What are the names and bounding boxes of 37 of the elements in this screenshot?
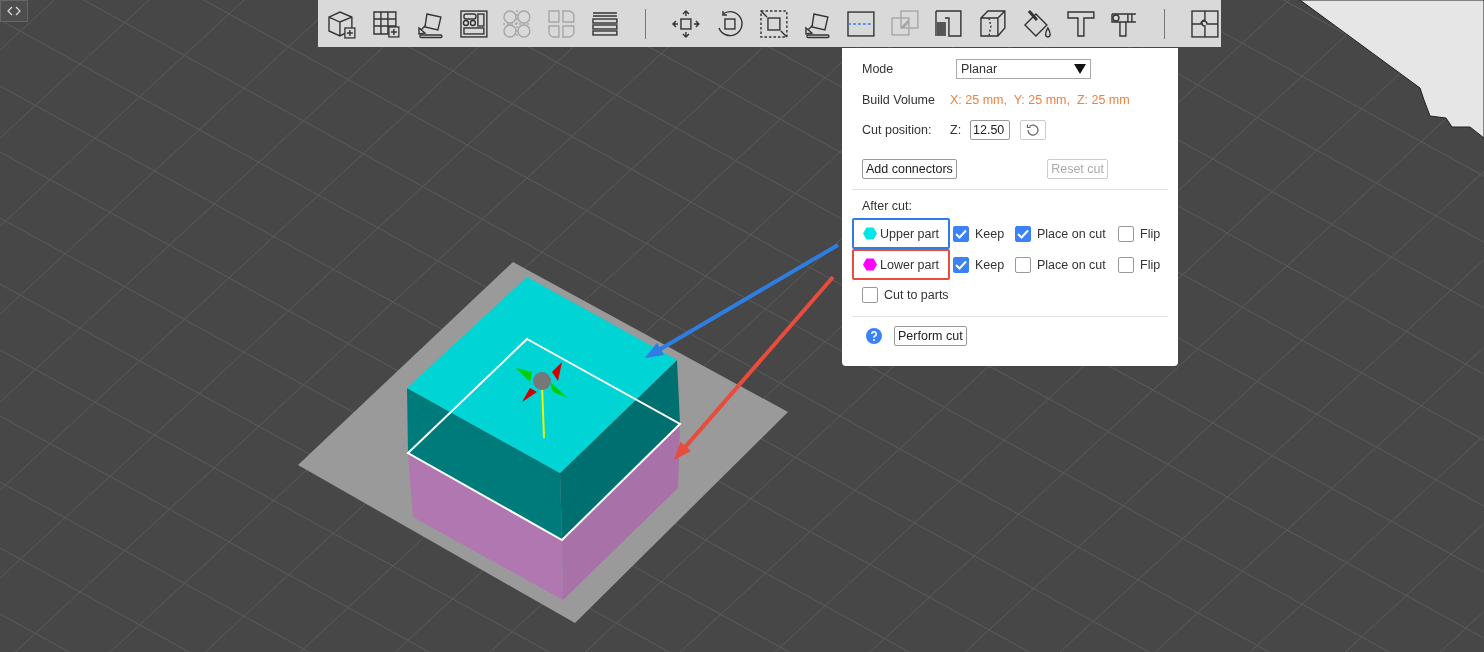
checkbox-label: Keep (975, 257, 1005, 272)
checkbox[interactable] (953, 225, 969, 242)
move-icon[interactable] (669, 7, 702, 40)
checkbox[interactable] (862, 287, 878, 303)
checkbox-label: Place on cut (1037, 257, 1106, 272)
undo-icon (1026, 123, 1040, 137)
checkbox-label: Flip (1140, 257, 1161, 272)
perform-cut-button[interactable]: Perform cut (894, 326, 967, 346)
chevrons-icon (7, 5, 21, 17)
gizmo-drawing[interactable] (516, 362, 568, 439)
checkbox[interactable] (1015, 225, 1031, 242)
checkbox[interactable] (1118, 225, 1134, 242)
cut-position-label: Cut position: (862, 123, 933, 137)
part-name: Lower part (880, 257, 940, 272)
after-cut-label: After cut: (861, 199, 914, 215)
caret-icon (1074, 64, 1086, 74)
checkbox-label: Cut to parts (884, 288, 949, 302)
puzzle-icon[interactable] (1189, 7, 1222, 40)
help-icon[interactable] (866, 328, 882, 344)
checkbox[interactable] (953, 256, 969, 273)
build-volume-value: X: 25 mm, Y: 25 mm, Z: 25 mm (950, 93, 1130, 107)
axis-label: Z: (950, 123, 963, 137)
checkbox[interactable] (1118, 256, 1134, 273)
scale-icon[interactable] (757, 7, 790, 40)
cut-position-field[interactable]: 12.50 (970, 120, 1010, 140)
reset-button[interactable] (1020, 120, 1046, 140)
checkbox-label: Place on cut (1037, 226, 1106, 241)
checkbox[interactable] (1015, 256, 1031, 273)
mode-label: Mode (862, 62, 895, 76)
layout-icon[interactable] (457, 7, 490, 40)
panel-button[interactable]: Add connectors (862, 159, 957, 179)
checkbox-label: Keep (975, 226, 1005, 241)
build-volume-label: Build Volume (862, 93, 936, 107)
collapse-button[interactable] (0, 0, 28, 22)
part-name: Upper part (880, 226, 940, 241)
checkbox-label: Flip (1140, 226, 1161, 241)
mode-dropdown[interactable]: Planar (956, 59, 1091, 79)
